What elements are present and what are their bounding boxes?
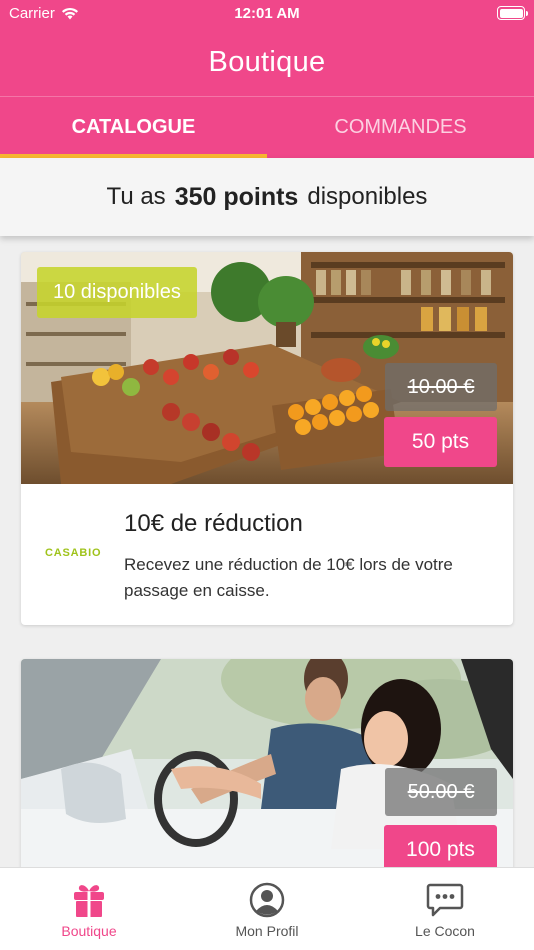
tab-catalogue[interactable]: CATALOGUE [0,97,267,158]
tabbar-item-boutique[interactable]: Boutique [0,868,178,950]
offer-card[interactable]: 50.00 € 100 pts [21,659,513,889]
availability-badge: 10 disponibles [37,267,197,318]
tab-commandes[interactable]: COMMANDES [267,97,534,158]
tabbar-label-boutique: Boutique [61,923,117,939]
points-value: 350 points [174,182,299,211]
status-time: 12:01 AM [234,5,300,22]
bottom-tab-bar: Boutique Mon Profil Le Cocon [0,867,534,950]
offer-card[interactable]: 10 disponibles 10.00 € 50 pts CASABIO 10… [21,252,513,625]
chat-icon [426,883,464,917]
status-bar: Carrier 12:01 AM [0,0,534,28]
points-banner: Tu as 350 points disponibles [0,158,534,236]
navigation-bar: Boutique [0,28,534,96]
points-prefix: Tu as [106,183,166,210]
offer-title: 10€ de réduction [124,510,303,537]
tabbar-item-mon-profil[interactable]: Mon Profil [178,868,356,950]
old-price: 50.00 € [385,768,497,816]
tabbar-label-mon-profil: Mon Profil [235,923,299,939]
segment-tabs: CATALOGUE COMMANDES [0,96,534,158]
price-points-button[interactable]: 50 pts [384,417,497,467]
tab-catalogue-label: CATALOGUE [71,116,196,138]
tabbar-item-le-cocon[interactable]: Le Cocon [356,868,534,950]
old-price: 10.00 € [385,363,497,411]
offer-details: CASABIO 10€ de réduction Recevez une réd… [21,484,513,625]
battery-icon [497,6,528,20]
brand-logo: CASABIO [45,547,102,559]
page-title: Boutique [208,45,326,78]
offer-description: Recevez une réduction de 10€ lors de vot… [124,555,453,600]
points-suffix: disponibles [307,183,428,210]
tab-commandes-label: COMMANDES [334,116,467,138]
gift-icon [74,885,104,917]
user-icon [249,882,285,918]
tabbar-label-le-cocon: Le Cocon [415,923,475,939]
